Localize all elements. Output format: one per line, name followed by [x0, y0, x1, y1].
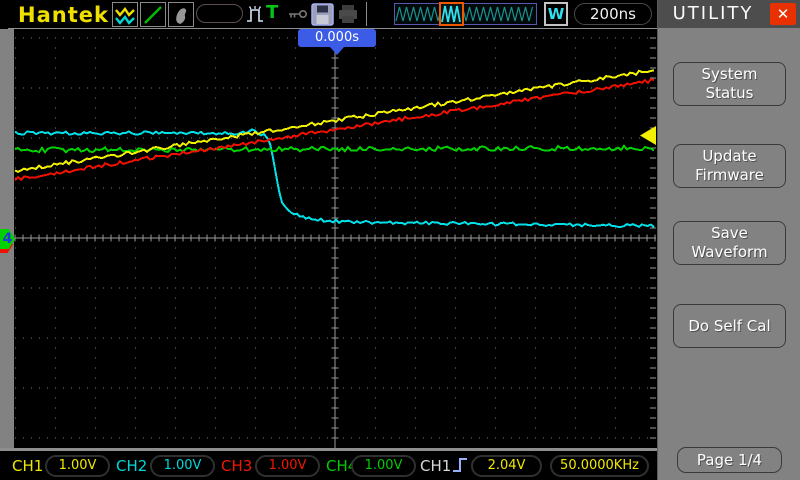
print-button[interactable] — [336, 2, 360, 26]
key-icon — [289, 9, 308, 19]
utility-panel: UTILITY ✕ System Status Update Firmware … — [657, 0, 800, 480]
cursor-measure-button[interactable] — [140, 2, 166, 27]
acquire-mode-badge[interactable]: W — [544, 2, 568, 26]
brand-logo: Hantek — [18, 3, 109, 27]
page-indicator-button[interactable]: Page 1/4 — [677, 447, 782, 473]
timebase-readout: 200ns — [574, 3, 652, 25]
hand-tool-button[interactable] — [168, 2, 194, 27]
ch2-scale-readout: 1.00V — [150, 455, 215, 477]
utility-header: UTILITY ✕ — [658, 0, 800, 28]
channel-status-bar: CH1 1.00V CH2 1.00V CH3 1.00V CH4 1.00V … — [0, 451, 657, 480]
waveforms-icon — [115, 6, 135, 25]
rising-edge-icon — [453, 458, 467, 472]
diagonal-line-icon — [144, 5, 162, 24]
hand-icon — [176, 7, 187, 24]
ch3-scale-readout: 1.00V — [255, 455, 320, 477]
lock-button[interactable] — [286, 2, 310, 26]
top-toolbar: Hantek T W 200ns — [0, 0, 657, 28]
trigger-mode-button[interactable] — [243, 2, 267, 26]
trigger-level-readout: 2.04V — [471, 455, 542, 477]
waveform-overview-strip[interactable] — [394, 2, 537, 26]
trigger-frequency-readout: 50.0000KHz — [550, 455, 649, 477]
do-self-cal-button[interactable]: Do Self Cal — [673, 304, 786, 348]
panel-title: UTILITY — [672, 3, 754, 24]
acquisition-status-indicator — [196, 4, 243, 23]
floppy-disk-icon — [310, 2, 334, 26]
update-firmware-button[interactable]: Update Firmware — [673, 144, 786, 188]
close-button[interactable]: ✕ — [770, 3, 796, 25]
system-status-button[interactable]: System Status — [673, 62, 786, 106]
waveform-display — [14, 29, 657, 448]
ch2-label: CH2 — [116, 457, 148, 475]
overview-zoom-window[interactable] — [439, 2, 464, 26]
ch4-scale-readout: 1.00V — [351, 455, 416, 477]
horizontal-position-pointer — [330, 47, 344, 55]
ch3-label: CH3 — [221, 457, 253, 475]
pulse-icon — [247, 6, 263, 22]
toolbar-separator — [366, 2, 367, 26]
zoom-window-waveform-icon — [441, 5, 461, 23]
horizontal-position-tag[interactable]: 0.000s — [298, 29, 376, 47]
printer-icon — [339, 5, 357, 23]
ch1-label: CH1 — [12, 457, 44, 475]
trigger-source-label: CH1 — [420, 457, 452, 475]
save-button[interactable] — [310, 2, 334, 26]
channels-display-button[interactable] — [112, 2, 138, 27]
trigger-indicator: T — [266, 2, 279, 23]
save-waveform-button[interactable]: Save Waveform — [673, 221, 786, 265]
overview-waveform-icon — [395, 6, 534, 22]
ch1-scale-readout: 1.00V — [45, 455, 110, 477]
